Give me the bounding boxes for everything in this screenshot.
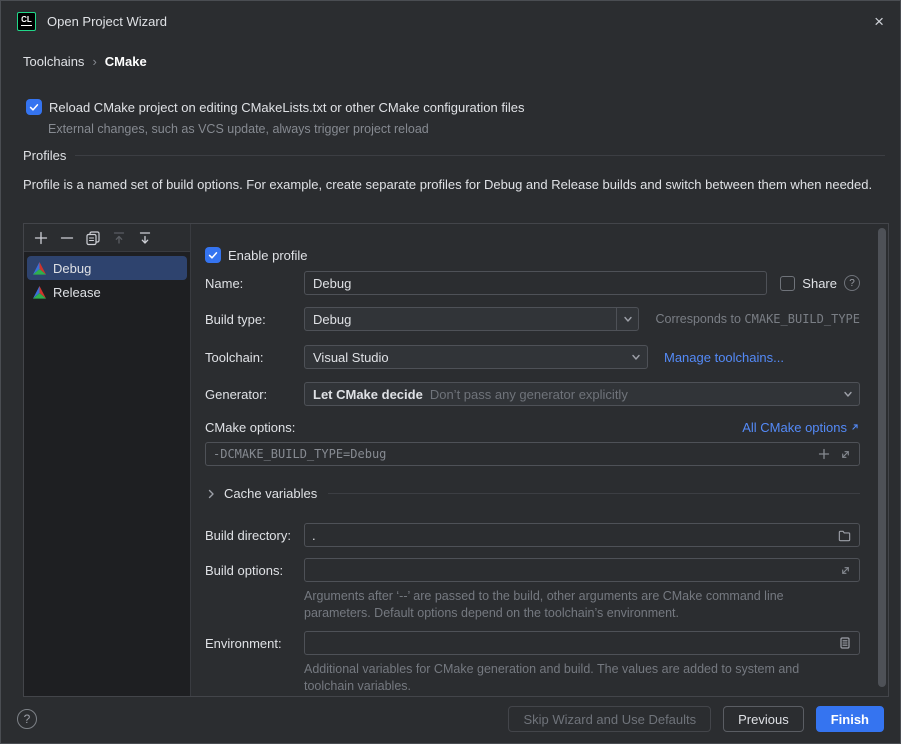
skip-wizard-button: Skip Wizard and Use Defaults — [508, 706, 711, 732]
expand-icon[interactable] — [839, 448, 852, 461]
build-directory-label: Build directory: — [205, 528, 304, 543]
toolchain-select[interactable]: Visual Studio — [304, 345, 648, 369]
profiles-list: Debug Release — [24, 252, 190, 304]
cmake-options-header: CMake options: All CMake options — [205, 418, 860, 436]
section-divider — [328, 493, 860, 494]
chevron-down-icon — [837, 383, 859, 405]
add-option-icon[interactable] — [817, 447, 831, 461]
build-type-value: Debug — [313, 312, 351, 327]
profiles-description: Profile is a named set of build options.… — [23, 176, 887, 195]
chevron-down-icon — [616, 308, 638, 330]
reload-cmake-label: Reload CMake project on editing CMakeLis… — [49, 100, 524, 115]
generator-row: Generator: Let CMake decide Don’t pass a… — [205, 382, 860, 406]
remove-icon[interactable] — [59, 230, 75, 246]
breadcrumb: Toolchains › CMake — [23, 54, 147, 69]
generator-value: Let CMake decide — [313, 387, 423, 402]
generator-label: Generator: — [205, 387, 304, 402]
profile-item-label: Debug — [53, 261, 91, 276]
variables-list-icon[interactable] — [838, 636, 852, 650]
generator-placeholder: Don’t pass any generator explicitly — [430, 387, 628, 402]
build-type-note: Corresponds to CMAKE_BUILD_TYPE — [655, 312, 860, 326]
cache-variables-row[interactable]: Cache variables — [205, 486, 860, 501]
profile-settings-form: Enable profile Name: Share ? Build type:… — [192, 224, 888, 696]
environment-hint: Additional variables for CMake generatio… — [304, 661, 839, 694]
cache-variables-label: Cache variables — [224, 486, 317, 501]
name-input[interactable] — [304, 271, 767, 295]
profiles-panel: Debug Release Enable profile Name: — [23, 223, 889, 697]
previous-button[interactable]: Previous — [723, 706, 804, 732]
profiles-list-panel: Debug Release — [24, 224, 191, 696]
close-icon[interactable]: × — [874, 13, 884, 30]
folder-icon[interactable] — [837, 528, 852, 543]
scrollbar[interactable] — [877, 225, 887, 695]
help-icon[interactable]: ? — [17, 709, 37, 729]
checkmark-icon — [28, 101, 40, 113]
share-checkbox[interactable] — [780, 276, 795, 291]
build-options-row: Build options: — [205, 558, 860, 582]
cmake-icon — [32, 285, 47, 300]
name-label: Name: — [205, 276, 304, 291]
environment-label: Environment: — [205, 636, 304, 651]
titlebar: CL Open Project Wizard × — [1, 1, 900, 41]
enable-profile-row: Enable profile — [205, 243, 860, 267]
enable-profile-checkbox[interactable] — [205, 247, 221, 263]
all-cmake-options-link[interactable]: All CMake options — [742, 420, 860, 435]
profiles-section-header: Profiles — [23, 148, 885, 163]
window-title: Open Project Wizard — [47, 14, 167, 29]
environment-input[interactable] — [304, 631, 860, 655]
environment-row: Environment: — [205, 631, 860, 655]
profiles-section-title: Profiles — [23, 148, 66, 163]
breadcrumb-cmake: CMake — [105, 54, 147, 69]
toolchain-row: Toolchain: Visual Studio Manage toolchai… — [205, 345, 860, 369]
move-down-icon[interactable] — [137, 230, 153, 246]
external-link-icon — [850, 422, 860, 432]
share-label: Share — [802, 276, 837, 291]
chevron-right-icon — [205, 488, 217, 500]
cmake-icon — [32, 261, 47, 276]
reload-cmake-hint: External changes, such as VCS update, al… — [48, 122, 429, 136]
copy-icon[interactable] — [85, 230, 101, 246]
breadcrumb-toolchains[interactable]: Toolchains — [23, 54, 84, 69]
profile-item-release[interactable]: Release — [27, 280, 187, 304]
toolchain-label: Toolchain: — [205, 350, 304, 365]
share-group: Share ? — [780, 275, 860, 291]
move-up-icon — [111, 230, 127, 246]
profile-item-label: Release — [53, 285, 101, 300]
cmake-options-row: -DCMAKE_BUILD_TYPE=Debug — [205, 442, 860, 466]
footer: ? Skip Wizard and Use Defaults Previous … — [1, 695, 900, 743]
build-options-input[interactable] — [304, 558, 860, 582]
cmake-options-input[interactable]: -DCMAKE_BUILD_TYPE=Debug — [205, 442, 860, 466]
cmake-options-value: -DCMAKE_BUILD_TYPE=Debug — [213, 447, 386, 461]
toolchain-value: Visual Studio — [313, 350, 389, 365]
reload-cmake-checkbox[interactable] — [26, 99, 42, 115]
build-options-label: Build options: — [205, 563, 304, 578]
chevron-down-icon — [625, 346, 647, 368]
checkmark-icon — [207, 249, 219, 261]
finish-button[interactable]: Finish — [816, 706, 884, 732]
profiles-toolbar — [24, 224, 190, 252]
cmake-options-label: CMake options: — [205, 420, 295, 435]
build-directory-value: . — [312, 528, 316, 543]
build-options-hint: Arguments after ‘--’ are passed to the b… — [304, 588, 839, 621]
reload-cmake-checkbox-row[interactable]: Reload CMake project on editing CMakeLis… — [26, 99, 524, 115]
build-directory-row: Build directory: . — [205, 523, 860, 547]
open-project-wizard-dialog: { "window": { "logo_text": "CL", "title"… — [0, 0, 901, 744]
share-help-icon[interactable]: ? — [844, 275, 860, 291]
build-type-row: Build type: Debug Corresponds to CMAKE_B… — [205, 307, 860, 331]
breadcrumb-separator: › — [92, 54, 96, 69]
clion-logo-icon: CL — [17, 12, 36, 31]
enable-profile-label: Enable profile — [228, 248, 308, 263]
scrollbar-thumb[interactable] — [878, 228, 886, 687]
expand-icon[interactable] — [839, 564, 852, 577]
section-divider — [75, 155, 885, 156]
profile-item-debug[interactable]: Debug — [27, 256, 187, 280]
name-row: Name: Share ? — [205, 271, 860, 295]
build-type-label: Build type: — [205, 312, 304, 327]
build-type-select[interactable]: Debug — [304, 307, 639, 331]
build-directory-input[interactable]: . — [304, 523, 860, 547]
add-icon[interactable] — [33, 230, 49, 246]
manage-toolchains-link[interactable]: Manage toolchains... — [664, 350, 784, 365]
generator-select[interactable]: Let CMake decide Don’t pass any generato… — [304, 382, 860, 406]
